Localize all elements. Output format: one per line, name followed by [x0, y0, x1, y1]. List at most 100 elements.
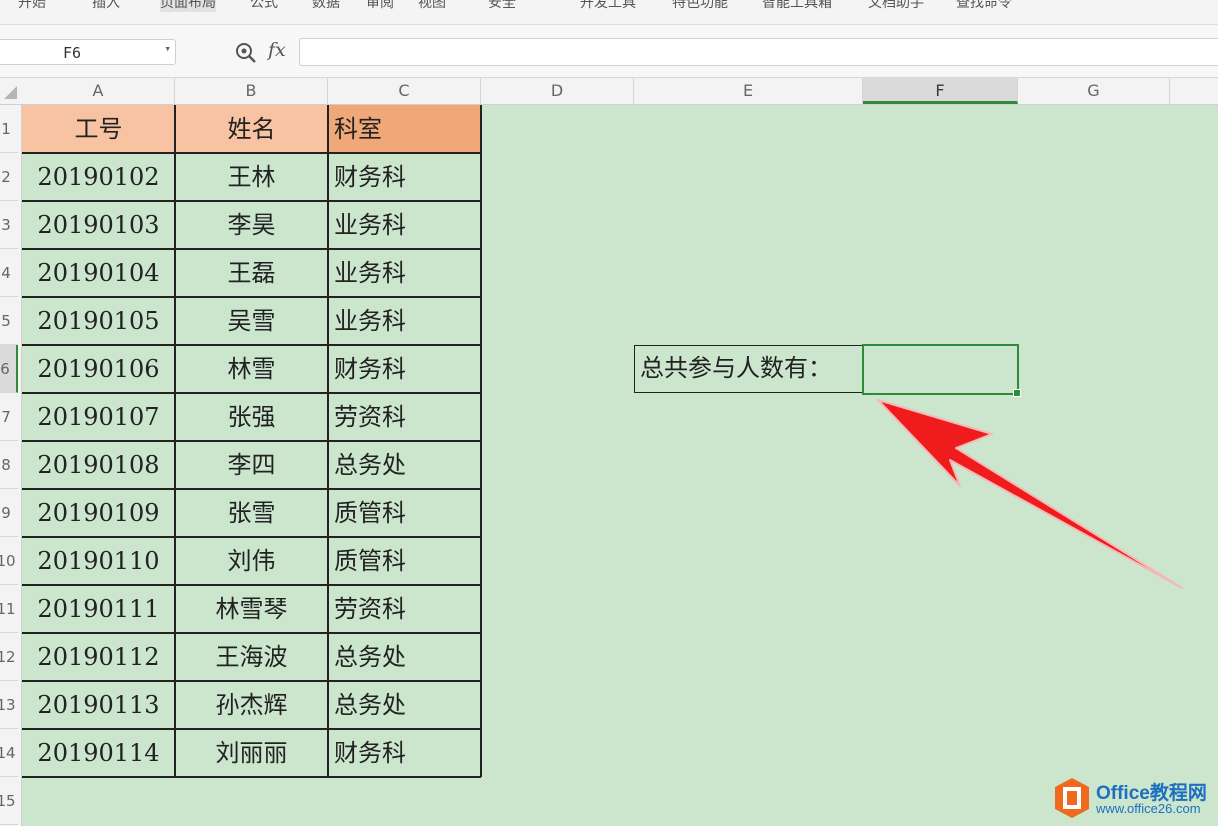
chevron-down-icon[interactable]: ▾: [164, 42, 171, 55]
table-cell[interactable]: 20190102: [22, 153, 175, 201]
grid-line: [22, 536, 481, 538]
grid-line: [22, 632, 481, 634]
row-header[interactable]: 14: [0, 729, 18, 777]
table-cell[interactable]: 财务科: [328, 729, 481, 777]
column-header-a[interactable]: A: [22, 78, 175, 104]
table-cell[interactable]: 总务处: [328, 441, 481, 489]
table-cell[interactable]: 总务处: [328, 681, 481, 729]
table-cell[interactable]: 林雪琴: [175, 585, 328, 633]
row-header[interactable]: 10: [0, 537, 18, 585]
name-box[interactable]: F6 ▾: [0, 39, 176, 65]
table-header-cell[interactable]: 姓名: [175, 105, 328, 153]
row-header[interactable]: 6: [0, 345, 18, 393]
ribbon-tab[interactable]: 视图: [418, 0, 446, 12]
table-cell[interactable]: 李昊: [175, 201, 328, 249]
column-header-c[interactable]: C: [328, 78, 481, 104]
table-cell[interactable]: 业务科: [328, 297, 481, 345]
column-header-g[interactable]: G: [1018, 78, 1170, 104]
row-header[interactable]: 12: [0, 633, 18, 681]
table-cell[interactable]: 20190113: [22, 681, 175, 729]
watermark-url: www.office26.com: [1096, 801, 1201, 816]
table-header-cell[interactable]: 工号: [22, 105, 175, 153]
row-header[interactable]: 4: [0, 249, 18, 297]
table-cell[interactable]: 20190109: [22, 489, 175, 537]
table-cell[interactable]: 林雪: [175, 345, 328, 393]
column-header-d[interactable]: D: [481, 78, 634, 104]
table-cell[interactable]: 王林: [175, 153, 328, 201]
row-header[interactable]: 2: [0, 153, 18, 201]
grid-line: [22, 152, 481, 154]
grid-line: [22, 296, 481, 298]
grid-line: [22, 344, 481, 346]
table-cell[interactable]: 劳资科: [328, 585, 481, 633]
table-cell[interactable]: 张雪: [175, 489, 328, 537]
table-cell[interactable]: 质管科: [328, 489, 481, 537]
table-cell[interactable]: 刘伟: [175, 537, 328, 585]
table-cell[interactable]: 张强: [175, 393, 328, 441]
fx-icon[interactable]: fx: [268, 39, 286, 61]
row-header[interactable]: 5: [0, 297, 18, 345]
table-cell[interactable]: 王海波: [175, 633, 328, 681]
grid-line: [22, 440, 481, 442]
row-header[interactable]: 8: [0, 441, 18, 489]
row-header[interactable]: 3: [0, 201, 18, 249]
table-cell[interactable]: 刘丽丽: [175, 729, 328, 777]
grid-line: [22, 392, 481, 394]
row-header[interactable]: 11: [0, 585, 18, 633]
table-cell[interactable]: 20190103: [22, 201, 175, 249]
zoom-icon[interactable]: [234, 41, 258, 65]
formula-input[interactable]: [299, 38, 1218, 66]
select-all-corner[interactable]: [0, 78, 21, 104]
ribbon-tab[interactable]: 查找命令: [956, 0, 1012, 12]
table-cell[interactable]: 李四: [175, 441, 328, 489]
office-logo-icon: [1055, 778, 1089, 818]
ribbon-tab[interactable]: 智能工具箱: [762, 0, 832, 12]
table-cell[interactable]: 总务处: [328, 633, 481, 681]
table-cell[interactable]: 财务科: [328, 153, 481, 201]
row-headers: 123456789101112131415: [0, 105, 22, 826]
table-cell[interactable]: 王磊: [175, 249, 328, 297]
table-cell[interactable]: 20190112: [22, 633, 175, 681]
column-header-f[interactable]: F: [863, 78, 1018, 104]
grid-line: [22, 728, 481, 730]
table-cell[interactable]: 20190111: [22, 585, 175, 633]
table-cell[interactable]: 财务科: [328, 345, 481, 393]
ribbon-tab[interactable]: 页面布局: [160, 0, 216, 12]
cell-reference: F6: [63, 44, 82, 62]
table-cell[interactable]: 质管科: [328, 537, 481, 585]
selected-cell-f6[interactable]: [862, 344, 1021, 397]
table-cell[interactable]: 20190114: [22, 729, 175, 777]
table-cell[interactable]: 20190106: [22, 345, 175, 393]
table-cell[interactable]: 20190105: [22, 297, 175, 345]
ribbon-tab[interactable]: 插入: [92, 0, 120, 12]
table-cell[interactable]: 业务科: [328, 201, 481, 249]
table-cell[interactable]: 20190104: [22, 249, 175, 297]
table-cell[interactable]: 20190110: [22, 537, 175, 585]
ribbon-tab[interactable]: 开始: [18, 0, 46, 12]
row-header[interactable]: 9: [0, 489, 18, 537]
column-header-b[interactable]: B: [175, 78, 328, 104]
row-header[interactable]: 15: [0, 777, 18, 825]
grid-line: [22, 248, 481, 250]
ribbon-tab[interactable]: 文档助手: [868, 0, 924, 12]
ribbon-tab[interactable]: 审阅: [366, 0, 394, 12]
row-header[interactable]: 13: [0, 681, 18, 729]
table-cell[interactable]: 劳资科: [328, 393, 481, 441]
column-header-e[interactable]: E: [634, 78, 863, 104]
ribbon-tab[interactable]: 公式: [250, 0, 278, 12]
table-cell[interactable]: 20190108: [22, 441, 175, 489]
office26-watermark: Office教程网 www.office26.com: [1052, 776, 1218, 824]
row-header[interactable]: 7: [0, 393, 18, 441]
summary-label-cell[interactable]: 总共参与人数有：: [634, 345, 863, 393]
ribbon-tab[interactable]: 安全: [488, 0, 516, 12]
table-header-cell[interactable]: 科室: [328, 105, 481, 153]
ribbon-tab[interactable]: 数据: [312, 0, 340, 12]
table-cell[interactable]: 20190107: [22, 393, 175, 441]
row-header[interactable]: 1: [0, 105, 18, 153]
ribbon-tab[interactable]: 特色功能: [672, 0, 728, 12]
formula-bar: F6 ▾ fx: [0, 25, 1218, 78]
table-cell[interactable]: 业务科: [328, 249, 481, 297]
table-cell[interactable]: 孙杰辉: [175, 681, 328, 729]
table-cell[interactable]: 吴雪: [175, 297, 328, 345]
ribbon-tab[interactable]: 开发工具: [580, 0, 636, 12]
